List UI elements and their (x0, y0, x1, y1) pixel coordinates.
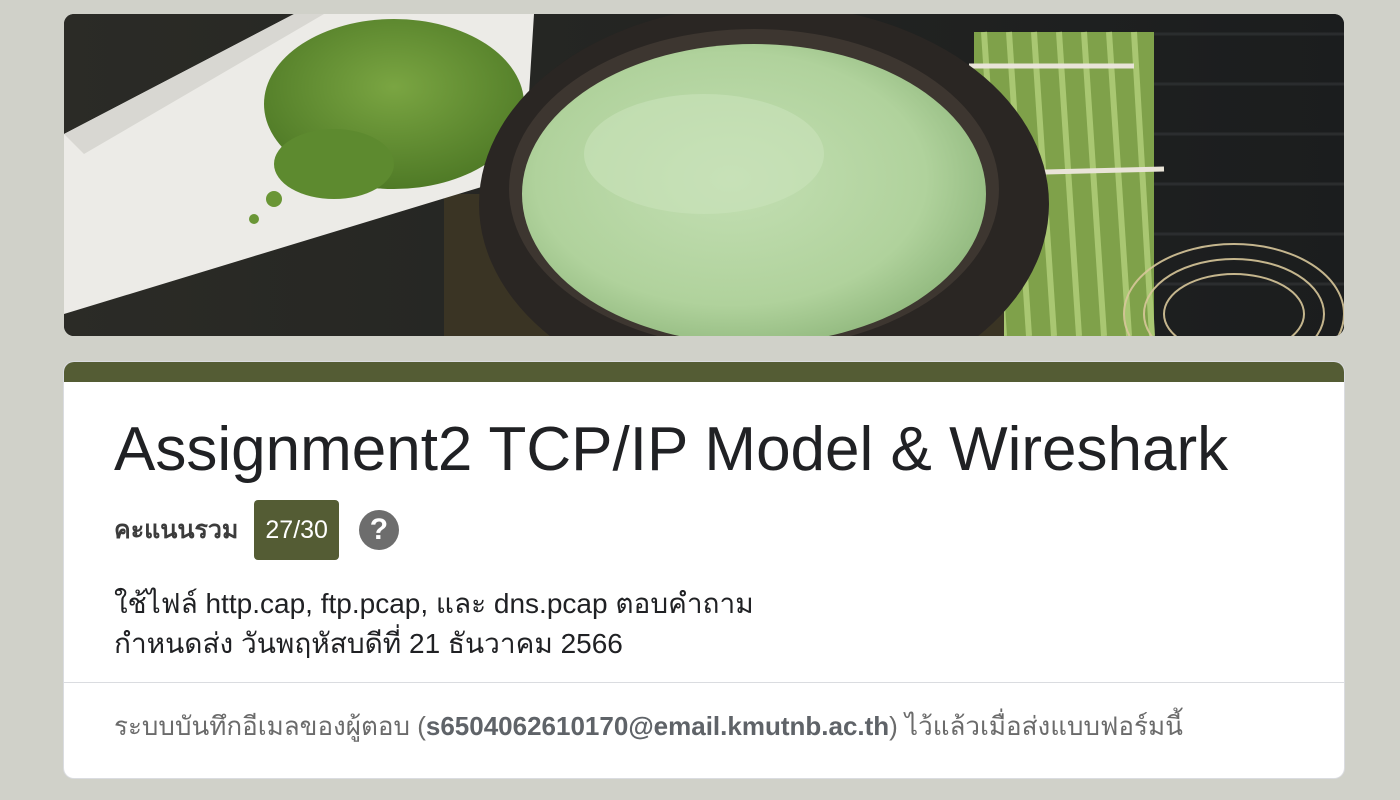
form-title: Assignment2 TCP/IP Model & Wireshark (114, 415, 1229, 484)
form-header-card: Assignment2 TCP/IP Model & Wireshark คะแ… (64, 362, 1344, 778)
email-recorded-note: ระบบบันทึกอีเมลของผู้ตอบ (s6504062610170… (114, 706, 1183, 747)
email-note-prefix: ระบบบันทึกอีเมลของผู้ตอบ ( (114, 711, 426, 741)
respondent-email: s6504062610170@email.kmutnb.ac.th (425, 711, 890, 741)
matcha-tea-illustration (64, 14, 1344, 336)
help-circle-icon[interactable]: ? (358, 510, 399, 550)
description-line: กำหนดส่ง วันพฤหัสบดีที่ 21 ธันวาคม 2566 (114, 628, 623, 659)
score-badge: 27/30 (254, 500, 339, 560)
email-note-suffix: ) ไว้แล้วเมื่อส่งแบบฟอร์มนี้ (889, 711, 1183, 741)
total-score-label: คะแนนรวม (114, 516, 239, 544)
total-score-row: คะแนนรวม 27/30 ? (114, 500, 1294, 560)
form-description: ใช้ไฟล์ http.cap, ftp.pcap, และ dns.pcap… (114, 584, 1294, 664)
card-accent-bar (64, 362, 1344, 382)
description-line: ใช้ไฟล์ http.cap, ftp.pcap, และ dns.pcap… (114, 588, 754, 619)
divider (64, 682, 1344, 683)
header-banner-image (64, 14, 1344, 336)
